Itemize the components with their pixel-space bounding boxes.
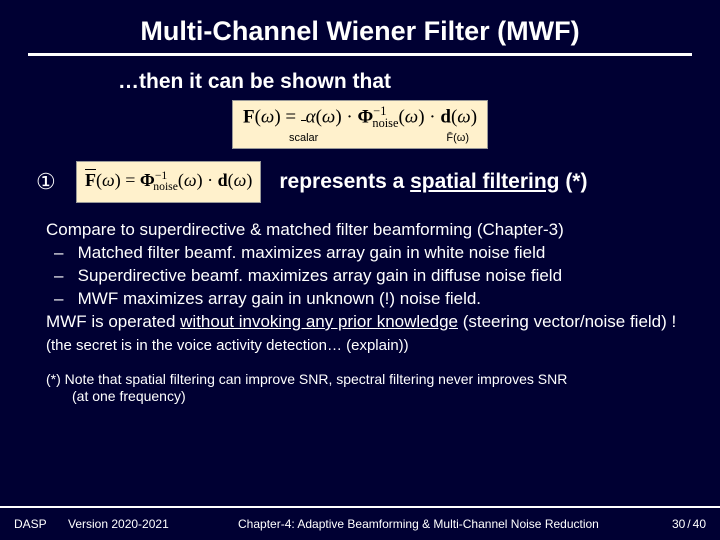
equation-1-box: F(ω) = α(ω) · Φ−1noise(ω) · d(ω) scalar … <box>232 100 488 149</box>
footer-page: 30/40 <box>646 517 706 531</box>
body-dash-3: – MWF maximizes array gain in unknown (!… <box>46 288 688 311</box>
footer-page-tot: 40 <box>693 517 706 531</box>
title-divider <box>28 53 692 56</box>
footer-dasp: DASP <box>14 517 68 531</box>
represents-text: represents a spatial filtering (*) <box>279 170 587 194</box>
body-mwf-a: MWF is operated <box>46 312 180 331</box>
body-dash-3-text: MWF maximizes array gain in unknown (!) … <box>78 289 481 308</box>
scalar-label: scalar <box>289 132 318 144</box>
equation-1-formula: F(ω) = α(ω) · Φ−1noise(ω) · d(ω) <box>243 105 477 131</box>
fbar-label: F̄(ω) <box>446 132 469 144</box>
body-mwf-b: (steering vector/noise field) ! <box>458 312 676 331</box>
footnote-line1: (*) Note that spatial filtering can impr… <box>46 371 678 389</box>
body-line-compare: Compare to superdirective & matched filt… <box>46 219 688 242</box>
body-block: Compare to superdirective & matched filt… <box>46 219 688 357</box>
footer-version: Version 2020-2021 <box>68 517 218 531</box>
footer-page-cur: 30 <box>672 517 685 531</box>
body-dash-1: – Matched filter beamf. maximizes array … <box>46 242 688 265</box>
body-secret: (the secret is in the voice activity det… <box>46 337 409 354</box>
footnote-line2: (at one frequency) <box>46 388 678 406</box>
footnote: (*) Note that spatial filtering can impr… <box>46 371 678 406</box>
intro-text: …then it can be shown that <box>118 70 692 94</box>
represents-emph: spatial filtering <box>410 170 559 193</box>
slide: Multi-Channel Wiener Filter (MWF) …then … <box>0 0 720 540</box>
footer-bar: DASP Version 2020-2021 Chapter-4: Adapti… <box>0 506 720 540</box>
bullet-marker-1: ① <box>28 169 76 195</box>
slide-title: Multi-Channel Wiener Filter (MWF) <box>28 16 692 47</box>
equation-1-wrap: F(ω) = α(ω) · Φ−1noise(ω) · d(ω) scalar … <box>28 100 692 149</box>
body-dash-2-text: Superdirective beamf. maximizes array ga… <box>78 266 562 285</box>
footer-chapter: Chapter-4: Adaptive Beamforming & Multi-… <box>238 517 646 531</box>
body-dash-2: – Superdirective beamf. maximizes array … <box>46 265 688 288</box>
body-mwf-underline: without invoking any prior knowledge <box>180 312 458 331</box>
represents-suffix: (*) <box>559 170 587 193</box>
footer-page-sep: / <box>685 517 692 531</box>
equation-2-box: F(ω) = Φ−1noise(ω) · d(ω) <box>76 161 261 203</box>
body-dash-1-text: Matched filter beamf. maximizes array ga… <box>78 243 546 262</box>
body-mwf-line: MWF is operated without invoking any pri… <box>46 311 688 357</box>
equation-2-row: ① F(ω) = Φ−1noise(ω) · d(ω) represents a… <box>28 161 692 203</box>
represents-prefix: represents a <box>279 170 410 193</box>
equation-1-underbraces: scalar F̄(ω) <box>243 132 477 144</box>
